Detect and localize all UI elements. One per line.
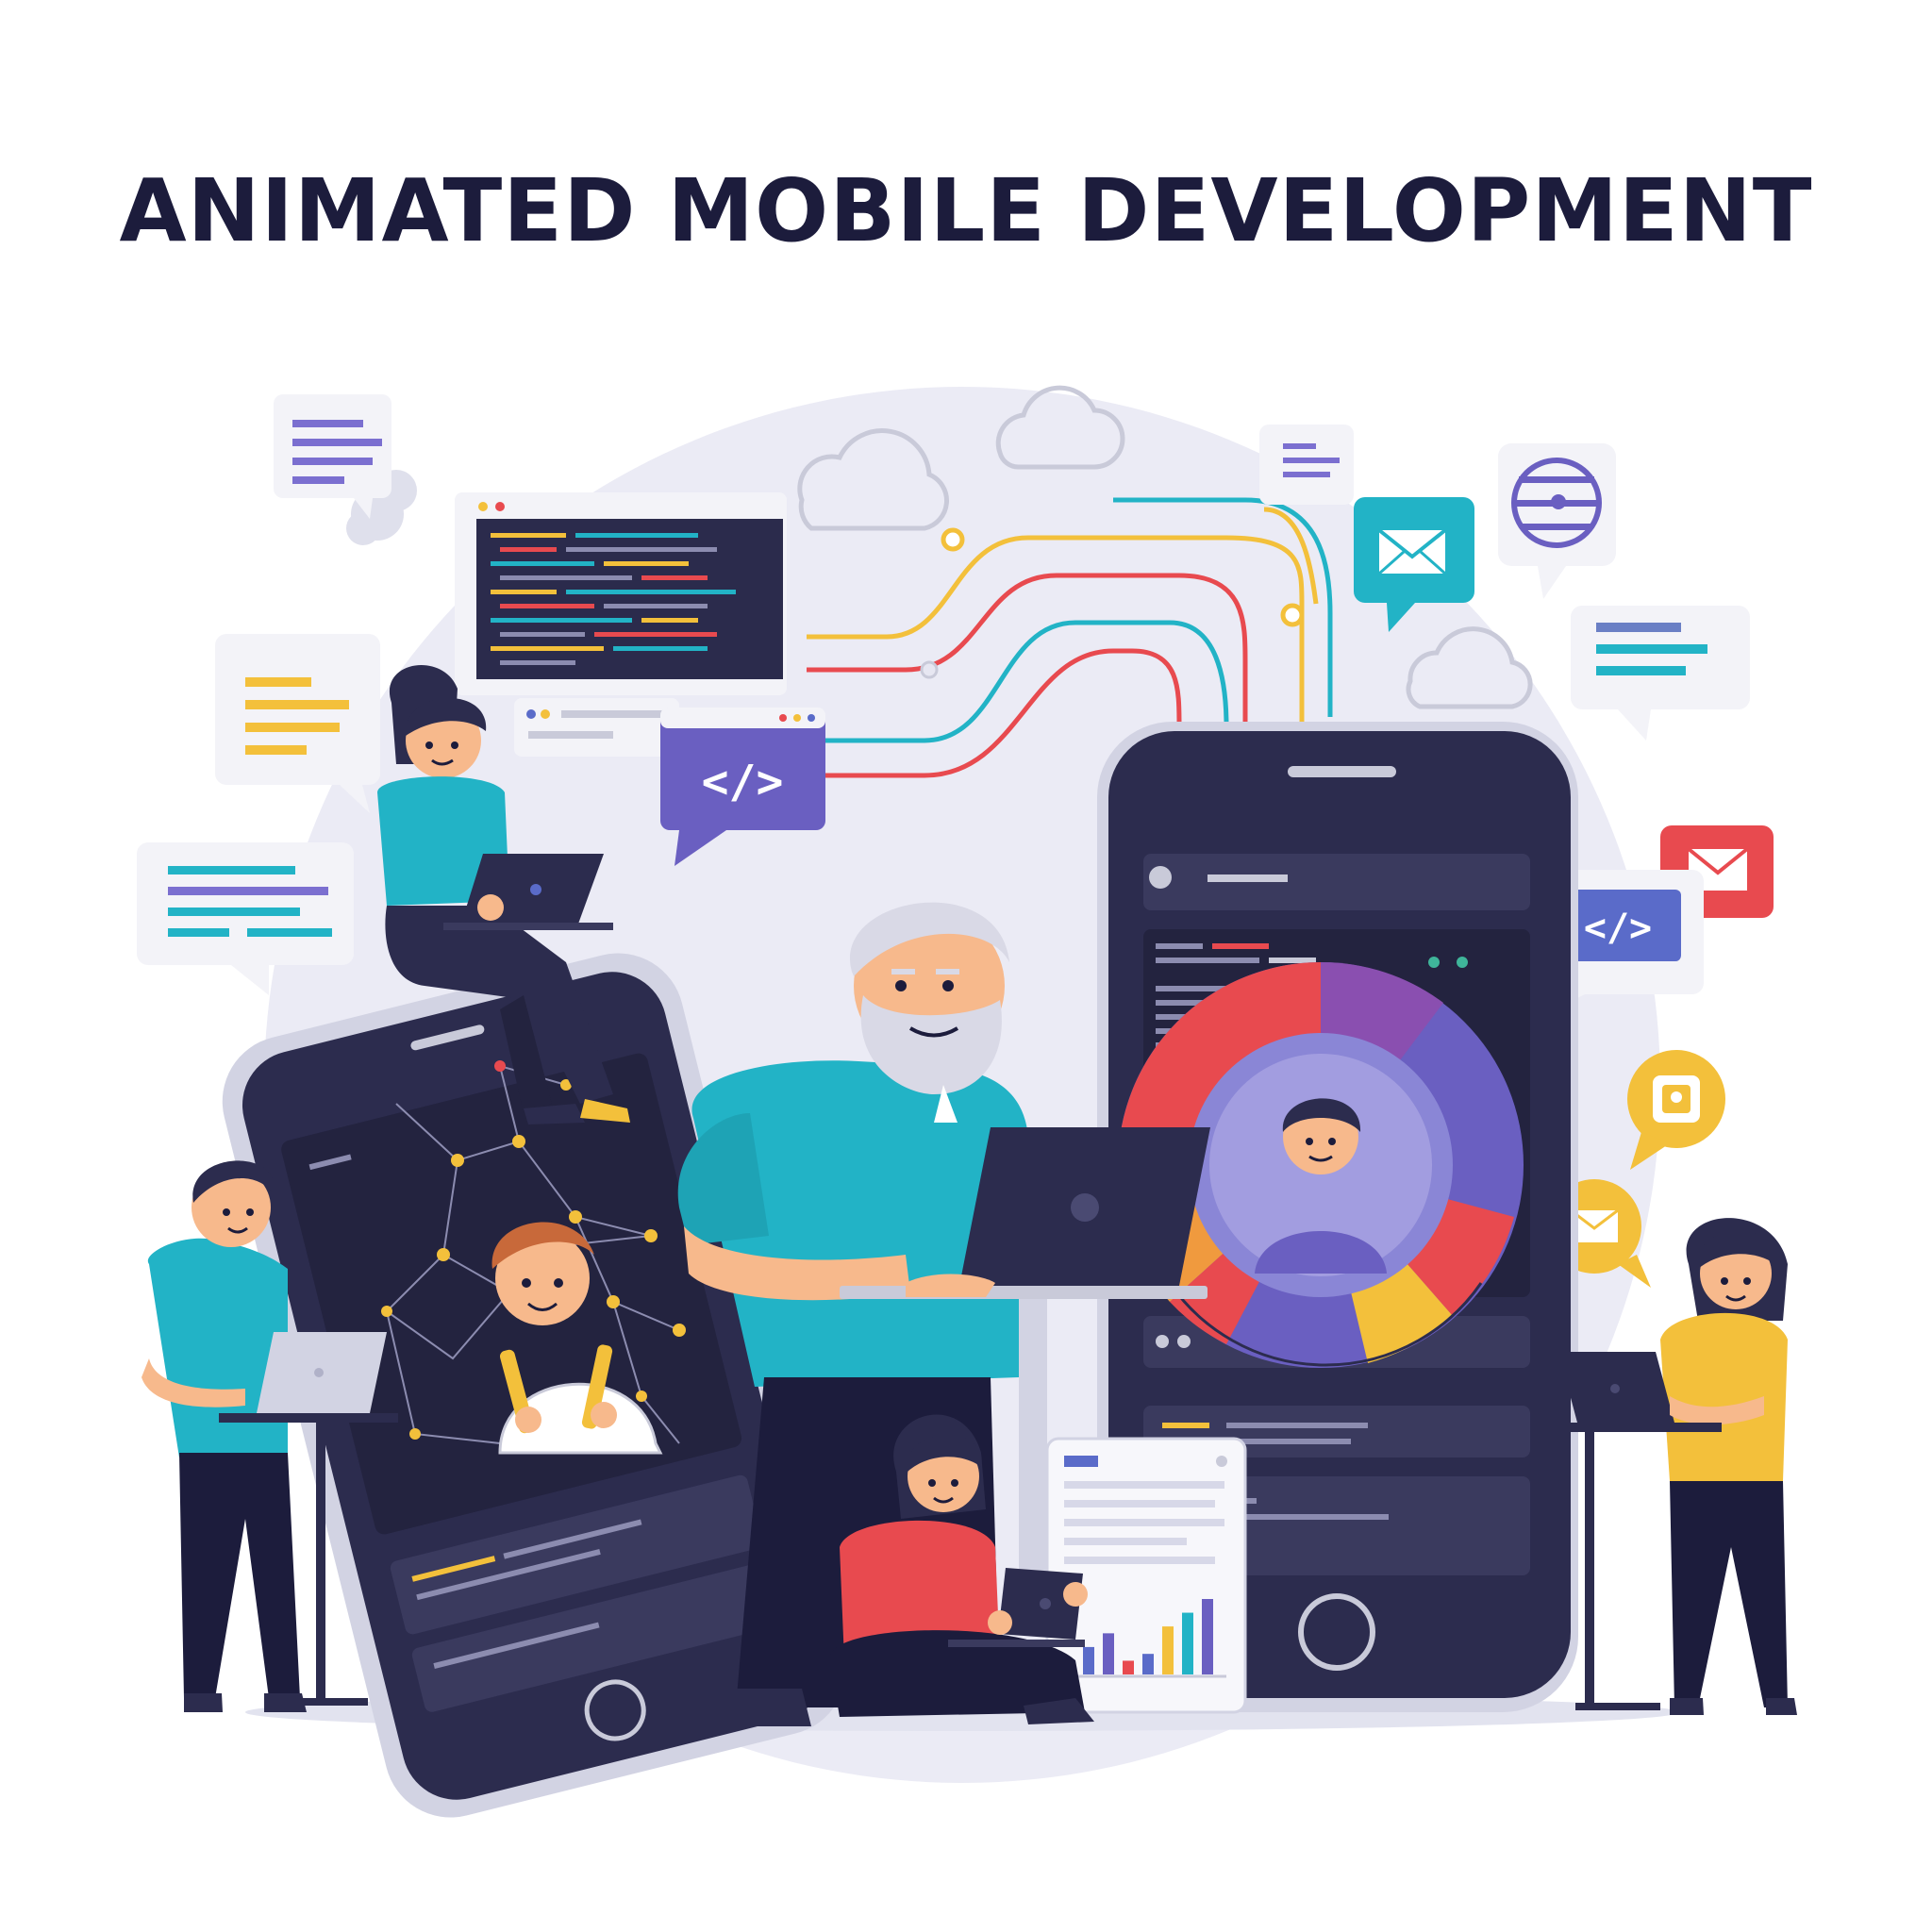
globe-bubble-icon — [1498, 443, 1616, 599]
text-lines-bubble-icon — [1259, 425, 1354, 505]
bar — [1182, 1612, 1193, 1674]
browser-window-icon — [514, 698, 679, 757]
bar — [1202, 1599, 1213, 1674]
bar — [1142, 1654, 1154, 1674]
lock-bubble-icon — [1627, 1050, 1725, 1170]
text-lines-bubble-icon — [1571, 606, 1750, 741]
bar — [1083, 1646, 1094, 1674]
code-tag-label: </> — [1584, 907, 1652, 950]
illustration: ANIMATED MOBILE DEVELOPMENT </> </> — [0, 0, 1932, 1932]
bar — [1162, 1626, 1174, 1674]
code-window-icon — [455, 492, 787, 695]
bar — [1103, 1633, 1114, 1674]
code-tag-label: </> — [702, 756, 784, 808]
scene: </> </> — [137, 385, 1797, 1818]
bar — [1123, 1660, 1134, 1674]
text-lines-bubble-icon — [215, 634, 380, 813]
